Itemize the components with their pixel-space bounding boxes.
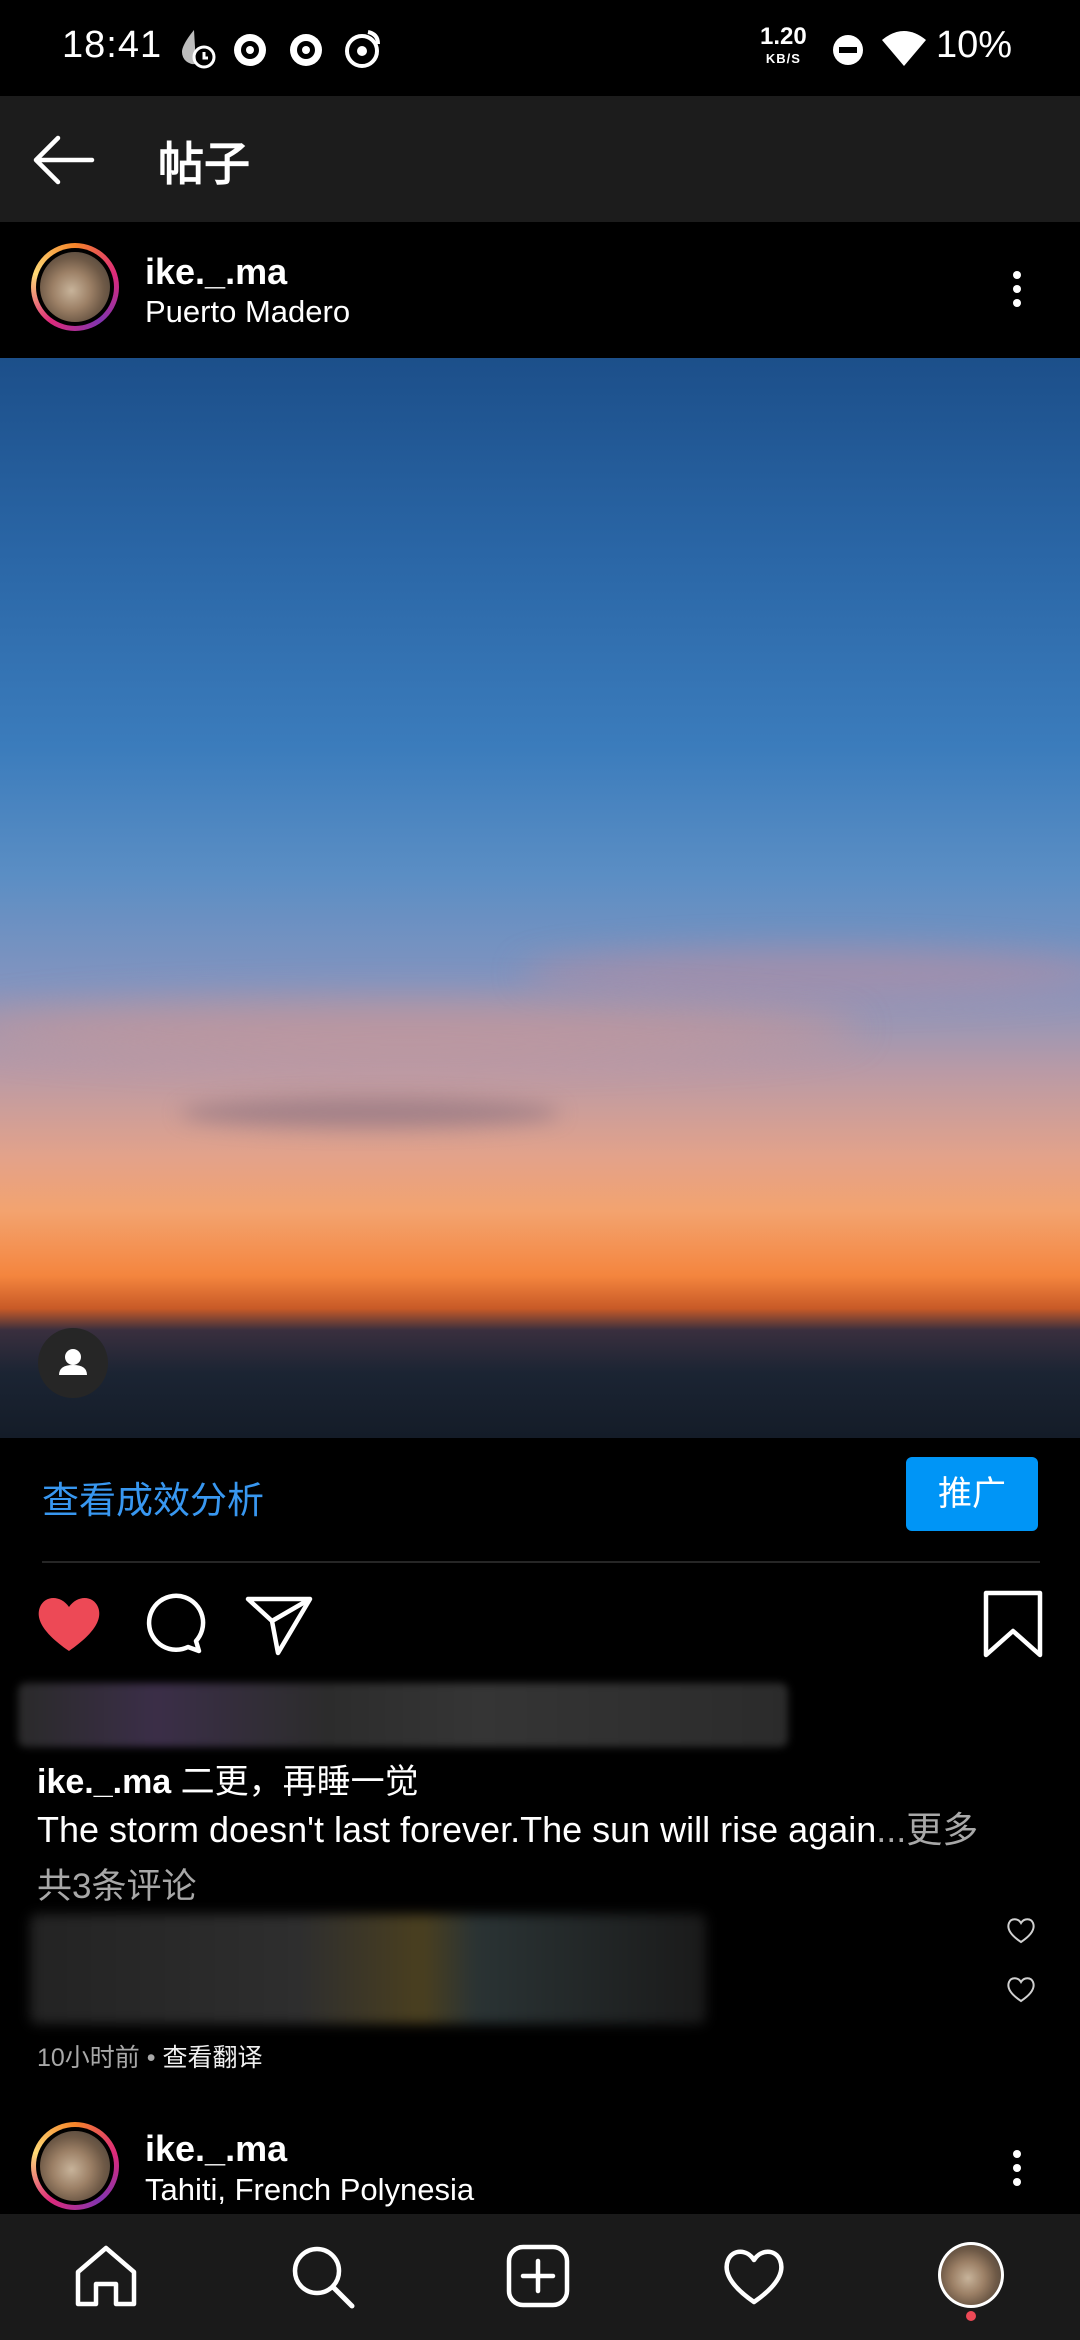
caption-header: ike._.ma 二更，再睡一觉 bbox=[37, 1754, 419, 1803]
home-icon[interactable] bbox=[72, 2242, 140, 2310]
cat-avatar-image bbox=[941, 2245, 1001, 2305]
separator: • bbox=[139, 2044, 163, 2072]
divider bbox=[42, 1561, 1040, 1563]
next-post-username[interactable]: ike._.ma bbox=[145, 2128, 287, 2170]
more-options-icon[interactable] bbox=[1007, 266, 1027, 316]
more-options-icon[interactable] bbox=[1007, 2145, 1027, 2195]
cat-avatar-image bbox=[40, 2131, 110, 2201]
caption-ellipsis: ... bbox=[876, 1809, 907, 1850]
share-send-icon[interactable] bbox=[242, 1587, 316, 1661]
search-icon[interactable] bbox=[288, 2242, 356, 2310]
do-not-disturb-icon bbox=[833, 35, 863, 65]
see-translation-link[interactable]: 查看翻译 bbox=[162, 2044, 262, 2072]
caption-text: The storm doesn't last forever.The sun w… bbox=[37, 1801, 978, 1853]
avatar[interactable] bbox=[31, 2122, 119, 2210]
drop-clock-icon bbox=[181, 30, 216, 69]
notification-dot bbox=[966, 2311, 976, 2321]
comments-preview-blurred bbox=[30, 1914, 706, 2024]
profile-avatar[interactable] bbox=[938, 2242, 1004, 2308]
time-ago: 10小时前 bbox=[37, 2044, 140, 2072]
avatar[interactable] bbox=[31, 243, 119, 331]
caption-username[interactable]: ike._.ma bbox=[37, 1763, 171, 1801]
status-time: 18:41 bbox=[62, 24, 163, 66]
wifi-icon bbox=[882, 31, 926, 66]
view-insights-link[interactable]: 查看成效分析 bbox=[42, 1470, 264, 1524]
bookmark-icon[interactable] bbox=[976, 1587, 1050, 1661]
view-all-comments-link[interactable]: 共3条评论 bbox=[37, 1858, 196, 1909]
caption-body: The storm doesn't last forever.The sun w… bbox=[37, 1809, 877, 1850]
tagged-people-button[interactable] bbox=[38, 1328, 108, 1398]
battery-percentage: 10% bbox=[936, 24, 1013, 66]
weibo-icon bbox=[345, 30, 380, 68]
arrow-left-icon[interactable] bbox=[28, 130, 98, 190]
post-photo[interactable] bbox=[0, 358, 1080, 1438]
post-location[interactable]: Puerto Madero bbox=[145, 294, 350, 330]
comment-icon[interactable] bbox=[136, 1587, 210, 1661]
notification-app-icon bbox=[234, 34, 266, 66]
promote-button[interactable]: 推广 bbox=[906, 1457, 1038, 1531]
person-icon bbox=[59, 1349, 87, 1375]
post-timestamp: 10小时前 • 查看翻译 bbox=[37, 2038, 262, 2074]
heart-filled-icon[interactable] bbox=[32, 1587, 106, 1661]
next-post-location[interactable]: Tahiti, French Polynesia bbox=[145, 2172, 474, 2208]
caption-title: 二更，再睡一觉 bbox=[180, 1763, 419, 1801]
comment-like-heart-icon[interactable] bbox=[1005, 1974, 1037, 2004]
page-title: 帖子 bbox=[158, 138, 250, 190]
post-username[interactable]: ike._.ma bbox=[145, 251, 287, 293]
likes-summary-blurred bbox=[18, 1683, 788, 1747]
notification-app-icon bbox=[290, 34, 322, 66]
new-post-icon[interactable] bbox=[504, 2242, 572, 2310]
activity-heart-icon[interactable] bbox=[720, 2242, 788, 2310]
network-speed: 1.20 KB/S bbox=[760, 23, 807, 67]
cat-avatar-image bbox=[40, 252, 110, 322]
caption-more-link[interactable]: 更多 bbox=[906, 1809, 978, 1850]
comment-like-heart-icon[interactable] bbox=[1005, 1915, 1037, 1945]
